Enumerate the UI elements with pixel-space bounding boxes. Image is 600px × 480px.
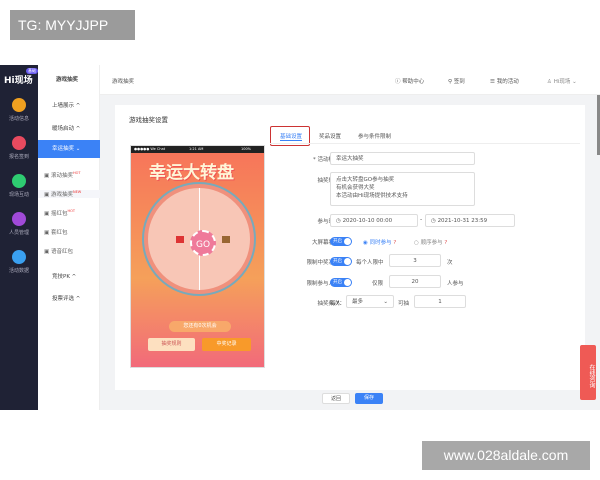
user-icon: ♙	[547, 79, 554, 85]
nav-label: 现场互动	[8, 192, 29, 198]
item-badge: HOT	[72, 171, 81, 175]
breadcrumb: 游戏抽奖	[112, 79, 135, 85]
group-warmup[interactable]: 暖场启动 ^	[38, 124, 100, 132]
save-button[interactable]: 保存	[355, 393, 383, 404]
chevron-down-icon: ⌄	[383, 299, 388, 305]
online-consult-button[interactable]: 在线咨询	[580, 345, 596, 400]
tab-basic[interactable]: 基础设置	[280, 132, 303, 141]
logo: Hi现场	[4, 76, 33, 86]
limit-stepper[interactable]: 3	[389, 254, 441, 267]
sub-item[interactable]: ▣ 滚动抽奖HOT	[38, 171, 100, 179]
title-input[interactable]: 幸运大抽奖	[330, 152, 475, 165]
rules-line: 点击大转盘GO参与抽奖	[336, 177, 395, 183]
item-badge: HOT	[67, 209, 75, 213]
item-icon: ▣	[44, 249, 51, 255]
sign-link[interactable]: ⚲ 签到	[448, 77, 465, 85]
freq-mid: 可抽	[398, 301, 410, 307]
item-badge: NEW	[72, 190, 82, 194]
help-link[interactable]: ⓘ 帮助中心	[395, 77, 424, 85]
sub-sidebar-title: 游戏抽奖	[56, 77, 79, 83]
nav-icon	[12, 250, 26, 264]
chances-label: 您还有0次机会	[169, 321, 231, 332]
sub-item[interactable]: ▣ 套红包	[38, 228, 100, 236]
freq-prefix: 每人	[330, 301, 342, 307]
go-button[interactable]: GO	[190, 230, 216, 256]
phone-title: 幸运大转盘	[149, 163, 234, 183]
nav-icon	[12, 136, 26, 150]
status-carrier: ●●●●● We Chat	[134, 147, 166, 151]
people-prefix: 仅限	[372, 281, 384, 287]
rules-line: 本活动由Hi现场提供技术支持	[336, 193, 408, 199]
gift-icon	[222, 236, 230, 243]
group-wall[interactable]: 上墙展示 ^	[38, 101, 100, 109]
list-icon: ☰	[490, 79, 497, 85]
nav-item[interactable]: 现场互动	[0, 174, 38, 198]
nav-label: 活动信息	[8, 116, 29, 122]
records-button[interactable]: 中奖记录	[202, 338, 251, 351]
sub-sidebar: 游戏抽奖 上墙展示 ^ 暖场启动 ^ 幸运抽奖 ⌄ ▣ 滚动抽奖HOT ▣ 游戏抽…	[38, 65, 100, 410]
group-label: 竞技PK	[52, 274, 70, 280]
start-time-input[interactable]: ◷ 2020-10-10 00:00	[330, 214, 418, 227]
main-sidebar: Hi现场 基础 活动信息报名签到现场互动人员管理活动数据	[0, 65, 38, 410]
nav-item[interactable]: 活动数据	[0, 250, 38, 274]
nav-icon	[12, 212, 26, 226]
tag-label: TG: MYYJJPP	[10, 10, 135, 40]
rules-textarea[interactable]: 点击大转盘GO参与抽奖 有机会获得大奖 本活动由Hi现场提供技术支持	[330, 172, 475, 206]
sub-item[interactable]: ▣ 语音红包	[38, 247, 100, 255]
tab-prizes[interactable]: 奖品设置	[319, 132, 341, 140]
rules-button[interactable]: 抽奖规则	[148, 338, 195, 351]
nav-item[interactable]: 人员管理	[0, 212, 38, 236]
phone-preview: ●●●●● We Chat 1:21 AM 100% 幸运大转盘 GO 您还有0…	[130, 145, 265, 368]
group-label: 幸运抽奖	[52, 146, 75, 152]
nav-icon	[12, 174, 26, 188]
nav-icon	[12, 98, 26, 112]
group-label: 暖场启动	[52, 126, 75, 132]
people-stepper[interactable]: 20	[389, 275, 441, 288]
item-icon: ▣	[44, 192, 51, 198]
people-toggle[interactable]: 开启	[330, 278, 352, 287]
radio-sequential[interactable]: ○ 顺序参与 ?	[414, 238, 447, 246]
nav-label: 人员管理	[8, 230, 29, 236]
nav-label: 报名签到	[8, 154, 29, 160]
group-pk[interactable]: 竞技PK ^	[38, 272, 100, 280]
freq-select[interactable]: 最多 ⌄	[346, 295, 394, 308]
nav-label: 活动数据	[8, 268, 29, 274]
status-battery: 100%	[241, 147, 252, 151]
red-packet-icon	[176, 236, 184, 243]
nav-item[interactable]: 活动信息	[0, 98, 38, 122]
back-button[interactable]: 返回	[322, 393, 350, 404]
item-icon: ▣	[44, 230, 51, 236]
card-title: 游戏抽奖设置	[129, 116, 168, 124]
sub-item[interactable]: ▣ 摇红包HOT	[38, 209, 100, 217]
people-unit: 人参与	[447, 281, 464, 287]
prize-wheel: GO	[144, 184, 254, 294]
top-bar: 游戏抽奖 ⓘ 帮助中心 ⚲ 签到 ☰ 我的活动 ♙ Hi现场 ⌄	[100, 65, 600, 95]
my-activities-link[interactable]: ☰ 我的活动	[490, 77, 519, 85]
help-icon: ?	[444, 240, 448, 246]
tab-conditions[interactable]: 参与条件限制	[358, 132, 391, 140]
limit-unit: 次	[447, 260, 453, 266]
nav-item[interactable]: 报名签到	[0, 136, 38, 160]
user-menu[interactable]: ♙ Hi现场 ⌄	[547, 77, 577, 85]
help-icon: ?	[393, 240, 397, 246]
rules-line: 有机会获得大奖	[336, 185, 375, 191]
group-vote[interactable]: 投票评选 ^	[38, 294, 100, 302]
item-icon: ▣	[44, 173, 51, 179]
group-label: 上墙展示	[52, 103, 75, 109]
version-badge: 基础	[26, 68, 38, 74]
sub-item[interactable]: ▣ 游戏抽奖NEW	[38, 190, 100, 198]
status-time: 1:21 AM	[189, 147, 204, 151]
screen-toggle[interactable]: 开启	[330, 237, 352, 246]
limit-prefix: 每个人限中	[356, 260, 384, 266]
group-lucky[interactable]: 幸运抽奖 ⌄	[38, 140, 100, 158]
freq-stepper[interactable]: 1	[414, 295, 466, 308]
end-time-input[interactable]: ◷ 2021-10-31 23:59	[425, 214, 515, 227]
item-icon: ▣	[44, 211, 51, 217]
radio-simultaneous[interactable]: ◉ 同时参与 ?	[363, 238, 396, 246]
limit-toggle[interactable]: 开启	[330, 257, 352, 266]
group-label: 投票评选	[52, 296, 75, 302]
watermark: www.028aldale.com	[422, 441, 590, 470]
